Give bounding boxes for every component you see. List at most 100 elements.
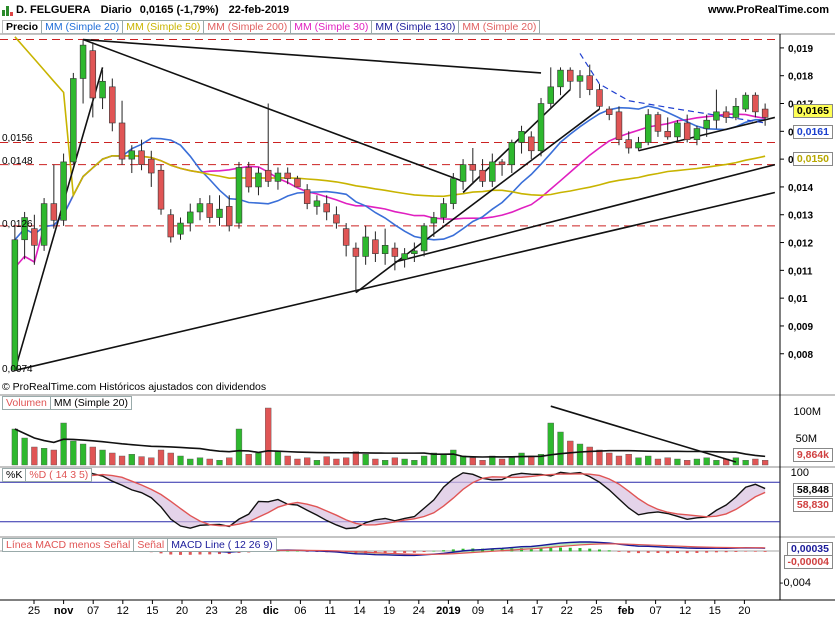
chart-canvas: 0,0190,0180,0170,0160,0150,0140,0130,012… <box>0 33 835 617</box>
candle-body <box>430 217 438 224</box>
candle-body <box>31 228 38 246</box>
volume-bar <box>674 458 681 466</box>
time-tick-label: 25 <box>28 605 40 617</box>
macd-hist-bar <box>286 550 290 552</box>
volume-bar <box>606 452 613 466</box>
stoch-d-tag: 58,830 <box>792 498 833 512</box>
stoch-k-label[interactable]: %K <box>2 468 27 482</box>
volume-bar <box>420 455 428 466</box>
volume-bar <box>40 448 48 466</box>
volume-bar <box>508 457 515 466</box>
volume-bar <box>333 458 340 466</box>
time-tick-label: 15 <box>146 605 158 617</box>
volume-bar <box>245 454 252 466</box>
macd-hist-bar <box>646 551 650 553</box>
macd-hist-bar <box>607 550 611 552</box>
macd-hist-bar <box>276 550 280 552</box>
volume-bar <box>518 452 525 466</box>
time-tick-label: feb <box>618 605 635 617</box>
legend-ma130[interactable]: MM (Simple 130) <box>371 20 460 34</box>
candle-body <box>333 214 340 224</box>
candle-body <box>498 161 506 165</box>
candle-body <box>50 203 58 221</box>
candle-body <box>664 131 671 138</box>
period: Diario <box>100 4 132 16</box>
volume-bar <box>60 422 67 466</box>
macd-hist-bar <box>705 551 709 553</box>
candle-body <box>362 236 369 257</box>
macd-hist-bar <box>627 551 631 553</box>
legend-ma50[interactable]: MM (Simple 50) <box>122 20 205 34</box>
volume-bar <box>362 454 369 466</box>
candle-icon <box>2 4 13 16</box>
candle-body <box>703 119 710 129</box>
candle-body <box>615 111 623 140</box>
candle-body <box>60 161 67 221</box>
price-tick-label: 0,01 <box>788 294 808 305</box>
candle-body <box>557 69 564 88</box>
candle-body <box>226 206 233 227</box>
macd-hist-bar <box>597 549 601 552</box>
volume-label[interactable]: Volumen <box>2 396 51 410</box>
volume-bar <box>157 449 165 466</box>
time-tick-label: 28 <box>235 605 247 617</box>
candle-body <box>576 75 584 82</box>
volume-bar <box>294 458 301 466</box>
macd-hist-label[interactable]: Línea MACD menos Señal <box>2 538 135 552</box>
macd-axis-label: -0,004 <box>779 577 811 589</box>
macd-hist-bar <box>295 550 299 552</box>
candle-body <box>761 108 769 118</box>
volume-bar <box>459 455 467 466</box>
volume-bar <box>70 440 77 466</box>
legend-ma20[interactable]: MM (Simple 20) <box>41 20 124 34</box>
candle-body <box>635 142 642 149</box>
macd-hist-bar <box>393 551 397 554</box>
candle-body <box>547 86 554 104</box>
volume-bar <box>625 454 632 466</box>
instrument-name: D. FELGUERA <box>16 4 91 16</box>
stoch-d-label[interactable]: %D ( 14 3 5) <box>25 468 93 482</box>
candle-body <box>722 111 730 118</box>
volume-bar <box>742 460 749 466</box>
candle-body <box>683 122 691 140</box>
candle-body <box>118 122 126 160</box>
price-tag-ma50: 0,0150 <box>792 152 833 166</box>
candle-body <box>196 203 204 213</box>
volume-bar <box>206 458 213 466</box>
volume-bar <box>693 458 701 466</box>
volume-bar <box>352 451 360 466</box>
volume-bar <box>313 460 321 466</box>
legend-ma30[interactable]: MM (Simple 30) <box>290 20 373 34</box>
time-tick-label: 20 <box>176 605 188 617</box>
price-tick-label: 0,008 <box>788 350 813 361</box>
price-tick-label: 0,011 <box>788 266 813 277</box>
macd-hist-bar <box>656 551 660 553</box>
macd-line-label[interactable]: MACD Line ( 12 26 9) <box>167 538 277 552</box>
legend-ma20b[interactable]: MM (Simple 20) <box>458 20 541 34</box>
candle-body <box>420 225 428 252</box>
volume-bar <box>382 460 389 466</box>
left-level-label: 0,0156 <box>2 133 33 144</box>
copyright: © ProRealTime.com Históricos ajustados c… <box>2 381 267 393</box>
volume-bar <box>177 455 184 466</box>
volume-ma-label[interactable]: MM (Simple 20) <box>49 396 132 410</box>
legend-ma200[interactable]: MM (Simple 200) <box>203 20 292 34</box>
candle-body <box>537 103 545 152</box>
volume-bar <box>586 446 593 466</box>
volume-bar <box>196 457 204 466</box>
macd-hist-bar <box>559 547 563 552</box>
volume-bar <box>216 460 223 466</box>
macd-hist-bar <box>403 551 407 553</box>
volume-bar <box>89 446 96 466</box>
macd-hist-bar <box>588 548 592 552</box>
candle-body <box>518 131 525 143</box>
time-tick-label: 15 <box>709 605 721 617</box>
volume-bar <box>713 460 720 466</box>
volume-bar <box>645 455 652 466</box>
candle-body <box>440 203 447 218</box>
site-url: www.ProRealTime.com <box>707 4 829 16</box>
trend-line <box>83 38 542 74</box>
candle-body <box>625 139 632 149</box>
macd-signal-label[interactable]: Señal <box>133 538 169 552</box>
volume-bar <box>265 407 272 466</box>
